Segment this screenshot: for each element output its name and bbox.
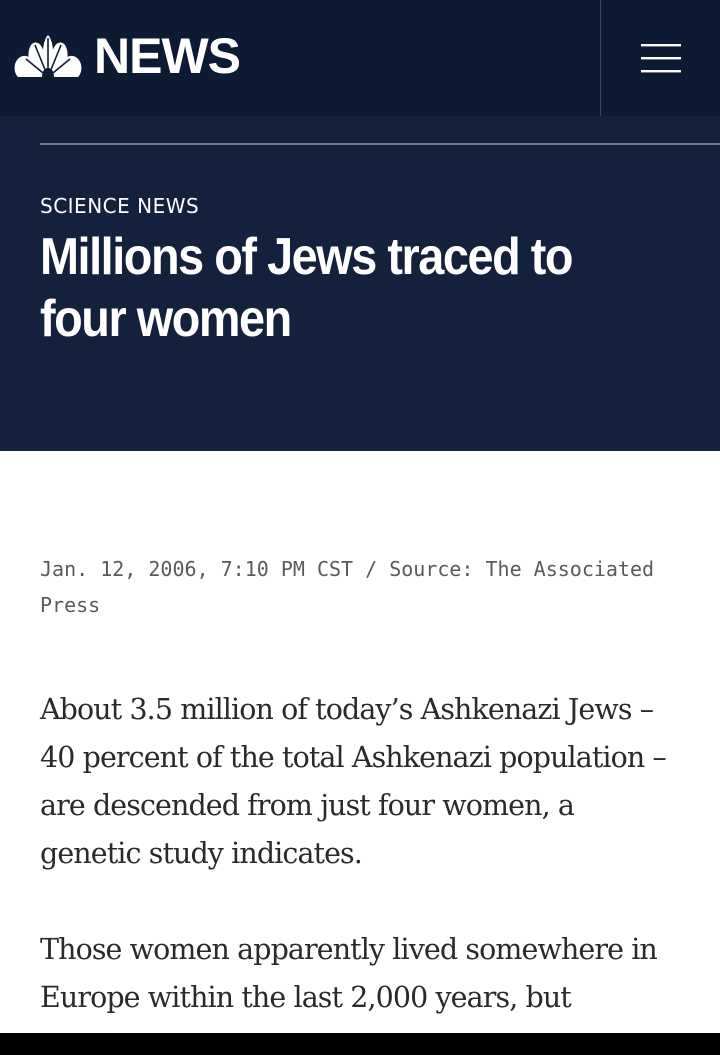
menu-button[interactable] (601, 0, 720, 116)
section-label[interactable]: SCIENCE NEWS (40, 194, 199, 218)
news-logo-text: NEWS (94, 28, 241, 84)
header-divider (40, 143, 720, 145)
article-header: SCIENCE NEWS Millions of Jews traced to … (0, 116, 720, 451)
article-paragraph: About 3.5 million of today’s Ashkenazi J… (40, 693, 667, 870)
bottom-edge-bar (0, 1033, 720, 1055)
peacock-icon (14, 35, 82, 78)
top-navigation-bar: NEWS (0, 0, 720, 116)
hamburger-icon (640, 44, 681, 73)
article-dateline: Jan. 12, 2006, 7:10 PM CST / Source: The… (40, 557, 655, 617)
article-headline: Millions of Jews traced to four women (40, 228, 574, 348)
nbc-news-logo[interactable]: NEWS (14, 28, 241, 84)
article-paragraph: Those women apparently lived somewhere i… (40, 933, 658, 1014)
